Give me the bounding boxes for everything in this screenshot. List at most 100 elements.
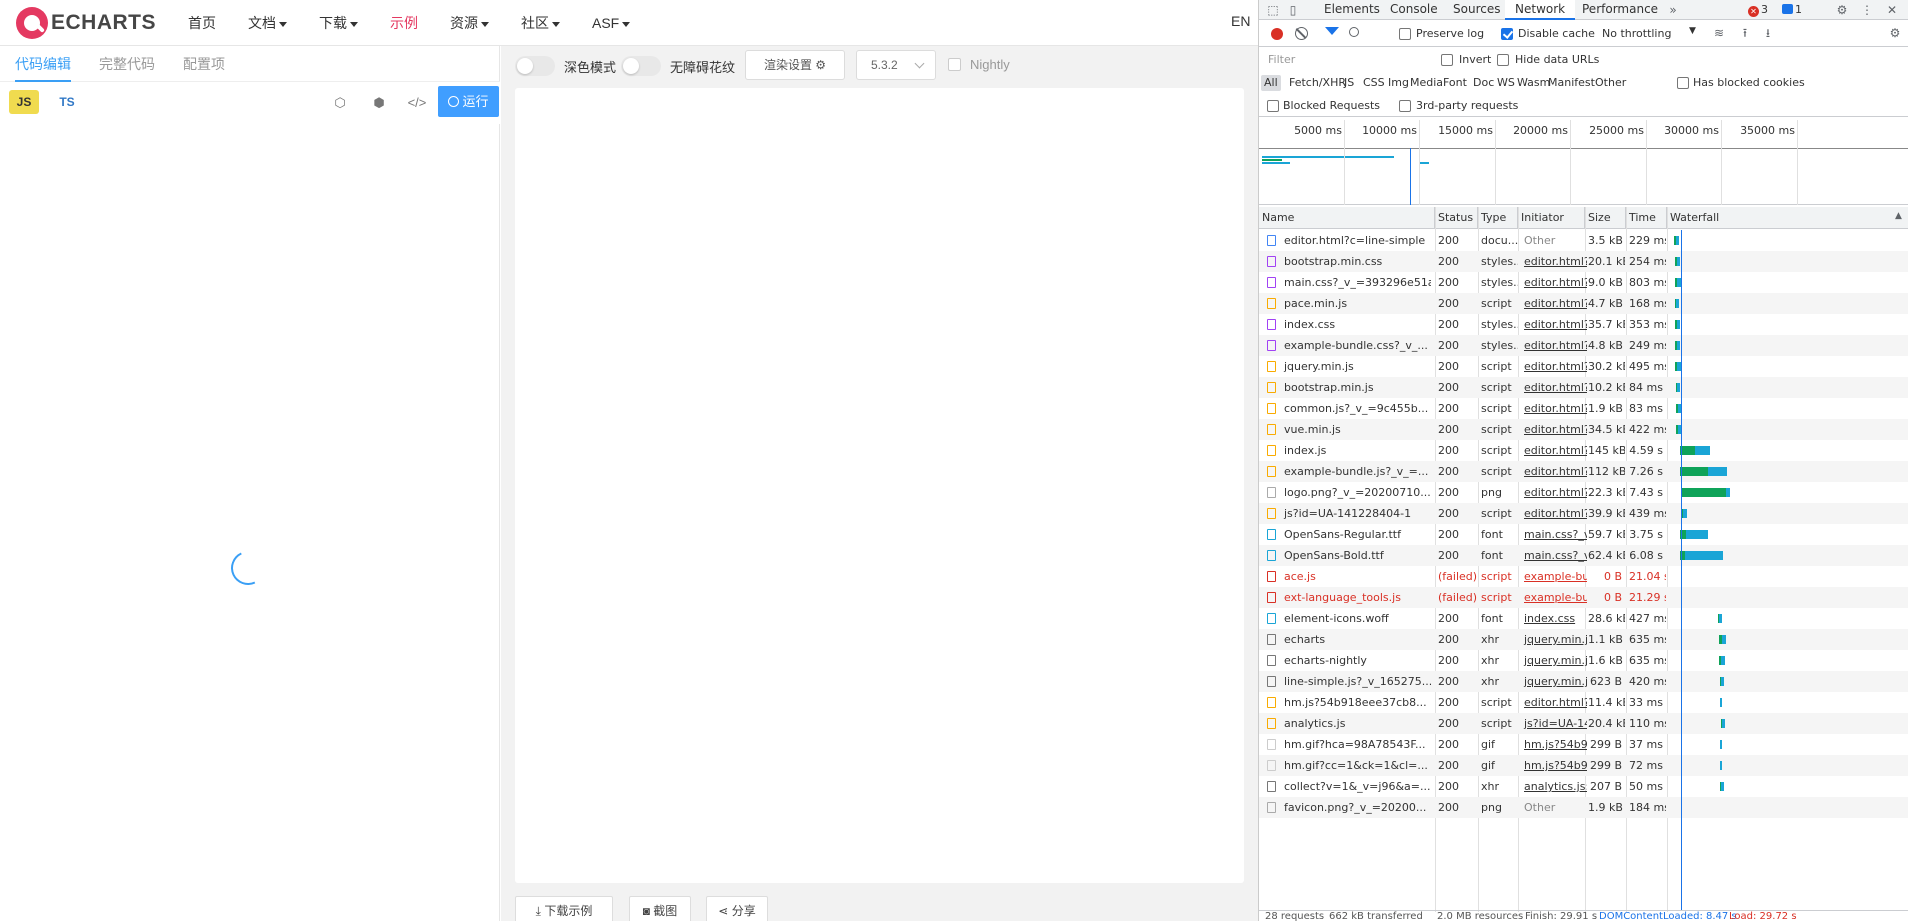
request-name[interactable]: collect?v=1&_v=j96&a=... xyxy=(1281,776,1431,797)
kebab-menu-icon[interactable]: ⋮ xyxy=(1859,2,1875,18)
col-time[interactable]: Time xyxy=(1626,207,1667,229)
request-initiator[interactable]: js?id=UA-14... xyxy=(1521,713,1587,734)
request-row[interactable]: example-bundle.js?_v_=... 200 script editor… xyxy=(1259,461,1908,482)
col-initiator[interactable]: Initiator xyxy=(1518,207,1585,229)
request-initiator[interactable]: editor.html?... xyxy=(1521,461,1587,482)
request-name[interactable]: index.css xyxy=(1281,314,1431,335)
nav-item-4[interactable]: 资源 xyxy=(450,13,489,33)
ts-language-button[interactable]: TS xyxy=(52,90,82,114)
request-initiator[interactable]: editor.html?... xyxy=(1521,356,1587,377)
request-row[interactable]: echarts 200 xhr jquery.min.j...1.1 kB 635 ms xyxy=(1259,629,1908,650)
share-button[interactable]: ⋖ 分享 xyxy=(706,896,768,921)
nav-item-6[interactable]: ASF xyxy=(592,15,631,31)
tab-performance[interactable]: Performance xyxy=(1572,0,1668,20)
codesandbox-icon[interactable]: ⬢ xyxy=(368,92,390,114)
request-initiator[interactable]: example-bu... xyxy=(1521,566,1587,587)
type-filter-all[interactable]: All xyxy=(1261,75,1281,91)
request-name[interactable]: hm.gif?cc=1&ck=1&cl=... xyxy=(1281,755,1431,776)
request-row[interactable]: index.css 200 styles...editor.html?...35.7… xyxy=(1259,314,1908,335)
filter-input[interactable]: Filter xyxy=(1265,51,1400,69)
device-toolbar-icon[interactable]: ▯ xyxy=(1285,2,1301,18)
request-initiator[interactable]: editor.html?... xyxy=(1521,398,1587,419)
echarts-logo[interactable]: ECHARTS xyxy=(16,6,156,40)
request-name[interactable]: example-bundle.js?_v_=... xyxy=(1281,461,1431,482)
nav-item-3[interactable]: 示例 xyxy=(390,13,418,33)
type-filter-manifest[interactable]: Manifest xyxy=(1545,75,1598,91)
request-initiator[interactable]: editor.html?... xyxy=(1521,377,1587,398)
request-name[interactable]: ext-language_tools.js xyxy=(1281,587,1431,608)
request-initiator[interactable]: jquery.min.j... xyxy=(1521,671,1587,692)
request-row[interactable]: line-simple.js?_v_165275... 200 xhr jquery.… xyxy=(1259,671,1908,692)
request-initiator[interactable]: Other xyxy=(1521,797,1587,818)
request-initiator[interactable]: editor.html?... xyxy=(1521,482,1587,503)
dark-mode-toggle[interactable] xyxy=(515,56,555,76)
request-name[interactable]: echarts xyxy=(1281,629,1431,650)
type-filter-js[interactable]: JS xyxy=(1341,75,1357,91)
request-name[interactable]: bootstrap.min.js xyxy=(1281,377,1431,398)
request-name[interactable]: vue.min.js xyxy=(1281,419,1431,440)
nav-item-5[interactable]: 社区 xyxy=(521,13,560,33)
nav-item-1[interactable]: 文档 xyxy=(248,13,287,33)
request-initiator[interactable]: jquery.min.j... xyxy=(1521,629,1587,650)
settings-gear-icon[interactable]: ⚙ xyxy=(1834,2,1850,18)
screenshot-button[interactable]: ◙ 截图 xyxy=(629,896,691,921)
request-name[interactable]: editor.html?c=line-simple xyxy=(1281,230,1431,251)
nav-item-0[interactable]: 首页 xyxy=(188,13,216,33)
blocked-cookies-checkbox[interactable] xyxy=(1677,77,1689,89)
error-count-badge[interactable]: ✕ 3 xyxy=(1748,3,1768,17)
request-name[interactable]: jquery.min.js xyxy=(1281,356,1431,377)
tab-network[interactable]: Network xyxy=(1505,0,1576,20)
request-initiator[interactable]: jquery.min.j... xyxy=(1521,650,1587,671)
request-name[interactable]: hm.gif?hca=98A78543F... xyxy=(1281,734,1431,755)
preserve-log-checkbox[interactable] xyxy=(1399,28,1411,40)
hide-data-urls-checkbox[interactable] xyxy=(1497,54,1509,66)
request-initiator[interactable]: editor.html?... xyxy=(1521,251,1587,272)
language-switch[interactable]: EN xyxy=(1231,13,1250,29)
request-row[interactable]: logo.png?_v_=20200710... 200 png editor.htm… xyxy=(1259,482,1908,503)
request-initiator[interactable]: hm.js?54b9... xyxy=(1521,734,1587,755)
request-initiator[interactable]: editor.html?... xyxy=(1521,293,1587,314)
codepen-icon[interactable]: ⬡ xyxy=(329,92,351,114)
request-name[interactable]: echarts-nightly xyxy=(1281,650,1431,671)
request-name[interactable]: favicon.png?_v_=20200... xyxy=(1281,797,1431,818)
js-language-button[interactable]: JS xyxy=(9,90,39,114)
tab-sources[interactable]: Sources xyxy=(1443,0,1510,20)
request-row[interactable]: element-icons.woff 200 font index.css 28.6 k… xyxy=(1259,608,1908,629)
request-initiator[interactable]: editor.html?... xyxy=(1521,335,1587,356)
export-har-icon[interactable]: ⭳ xyxy=(1760,25,1776,41)
request-row[interactable]: analytics.js 200 script js?id=UA-14...20.4 … xyxy=(1259,713,1908,734)
request-name[interactable]: example-bundle.css?_v_... xyxy=(1281,335,1431,356)
request-name[interactable]: main.css?_v_=393296e51a xyxy=(1281,272,1431,293)
request-name[interactable]: OpenSans-Bold.ttf xyxy=(1281,545,1431,566)
chart-canvas[interactable] xyxy=(515,88,1244,883)
request-name[interactable]: js?id=UA-141228404-1 xyxy=(1281,503,1431,524)
render-settings-button[interactable]: 渲染设置 ⚙ xyxy=(745,50,845,80)
col-size[interactable]: Size xyxy=(1585,207,1626,229)
run-button[interactable]: 运行 xyxy=(438,86,499,117)
request-initiator[interactable]: main.css?_v... xyxy=(1521,524,1587,545)
throttling-chevron-down-icon[interactable]: ▼ xyxy=(1689,26,1696,36)
request-row[interactable]: hm.gif?cc=1&ck=1&cl=... 200 gif hm.js?54b9.… xyxy=(1259,755,1908,776)
col-status[interactable]: Status xyxy=(1435,207,1478,229)
type-filter-other[interactable]: Other xyxy=(1592,75,1629,91)
col-waterfall[interactable]: Waterfall xyxy=(1667,207,1908,229)
request-name[interactable]: OpenSans-Regular.ttf xyxy=(1281,524,1431,545)
request-name[interactable]: analytics.js xyxy=(1281,713,1431,734)
more-tabs-icon[interactable]: » xyxy=(1665,2,1681,18)
request-row[interactable]: common.js?_v_=9c455b... 200 script editor.h… xyxy=(1259,398,1908,419)
request-initiator[interactable]: main.css?_v... xyxy=(1521,545,1587,566)
request-name[interactable]: common.js?_v_=9c455b... xyxy=(1281,398,1431,419)
type-filter-fetchxhr[interactable]: Fetch/XHR xyxy=(1286,75,1349,91)
request-initiator[interactable]: editor.html?... xyxy=(1521,419,1587,440)
type-filter-font[interactable]: Font xyxy=(1440,75,1470,91)
invert-checkbox[interactable] xyxy=(1441,54,1453,66)
request-row[interactable]: bootstrap.min.js 200 script editor.html?...… xyxy=(1259,377,1908,398)
tab-elements[interactable]: Elements xyxy=(1314,0,1390,20)
close-icon[interactable]: ✕ xyxy=(1884,2,1900,18)
network-overview-timeline[interactable]: 5000 ms 10000 ms 15000 ms 20000 ms 25000 ms 3… xyxy=(1259,120,1908,205)
tab-console[interactable]: Console xyxy=(1380,0,1448,20)
search-icon[interactable] xyxy=(1349,27,1359,37)
request-row[interactable]: hm.gif?hca=98A78543F... 200 gif hm.js?54b9.… xyxy=(1259,734,1908,755)
request-initiator[interactable]: Other xyxy=(1521,230,1587,251)
request-row[interactable]: echarts-nightly 200 xhr jquery.min.j...1.6 … xyxy=(1259,650,1908,671)
